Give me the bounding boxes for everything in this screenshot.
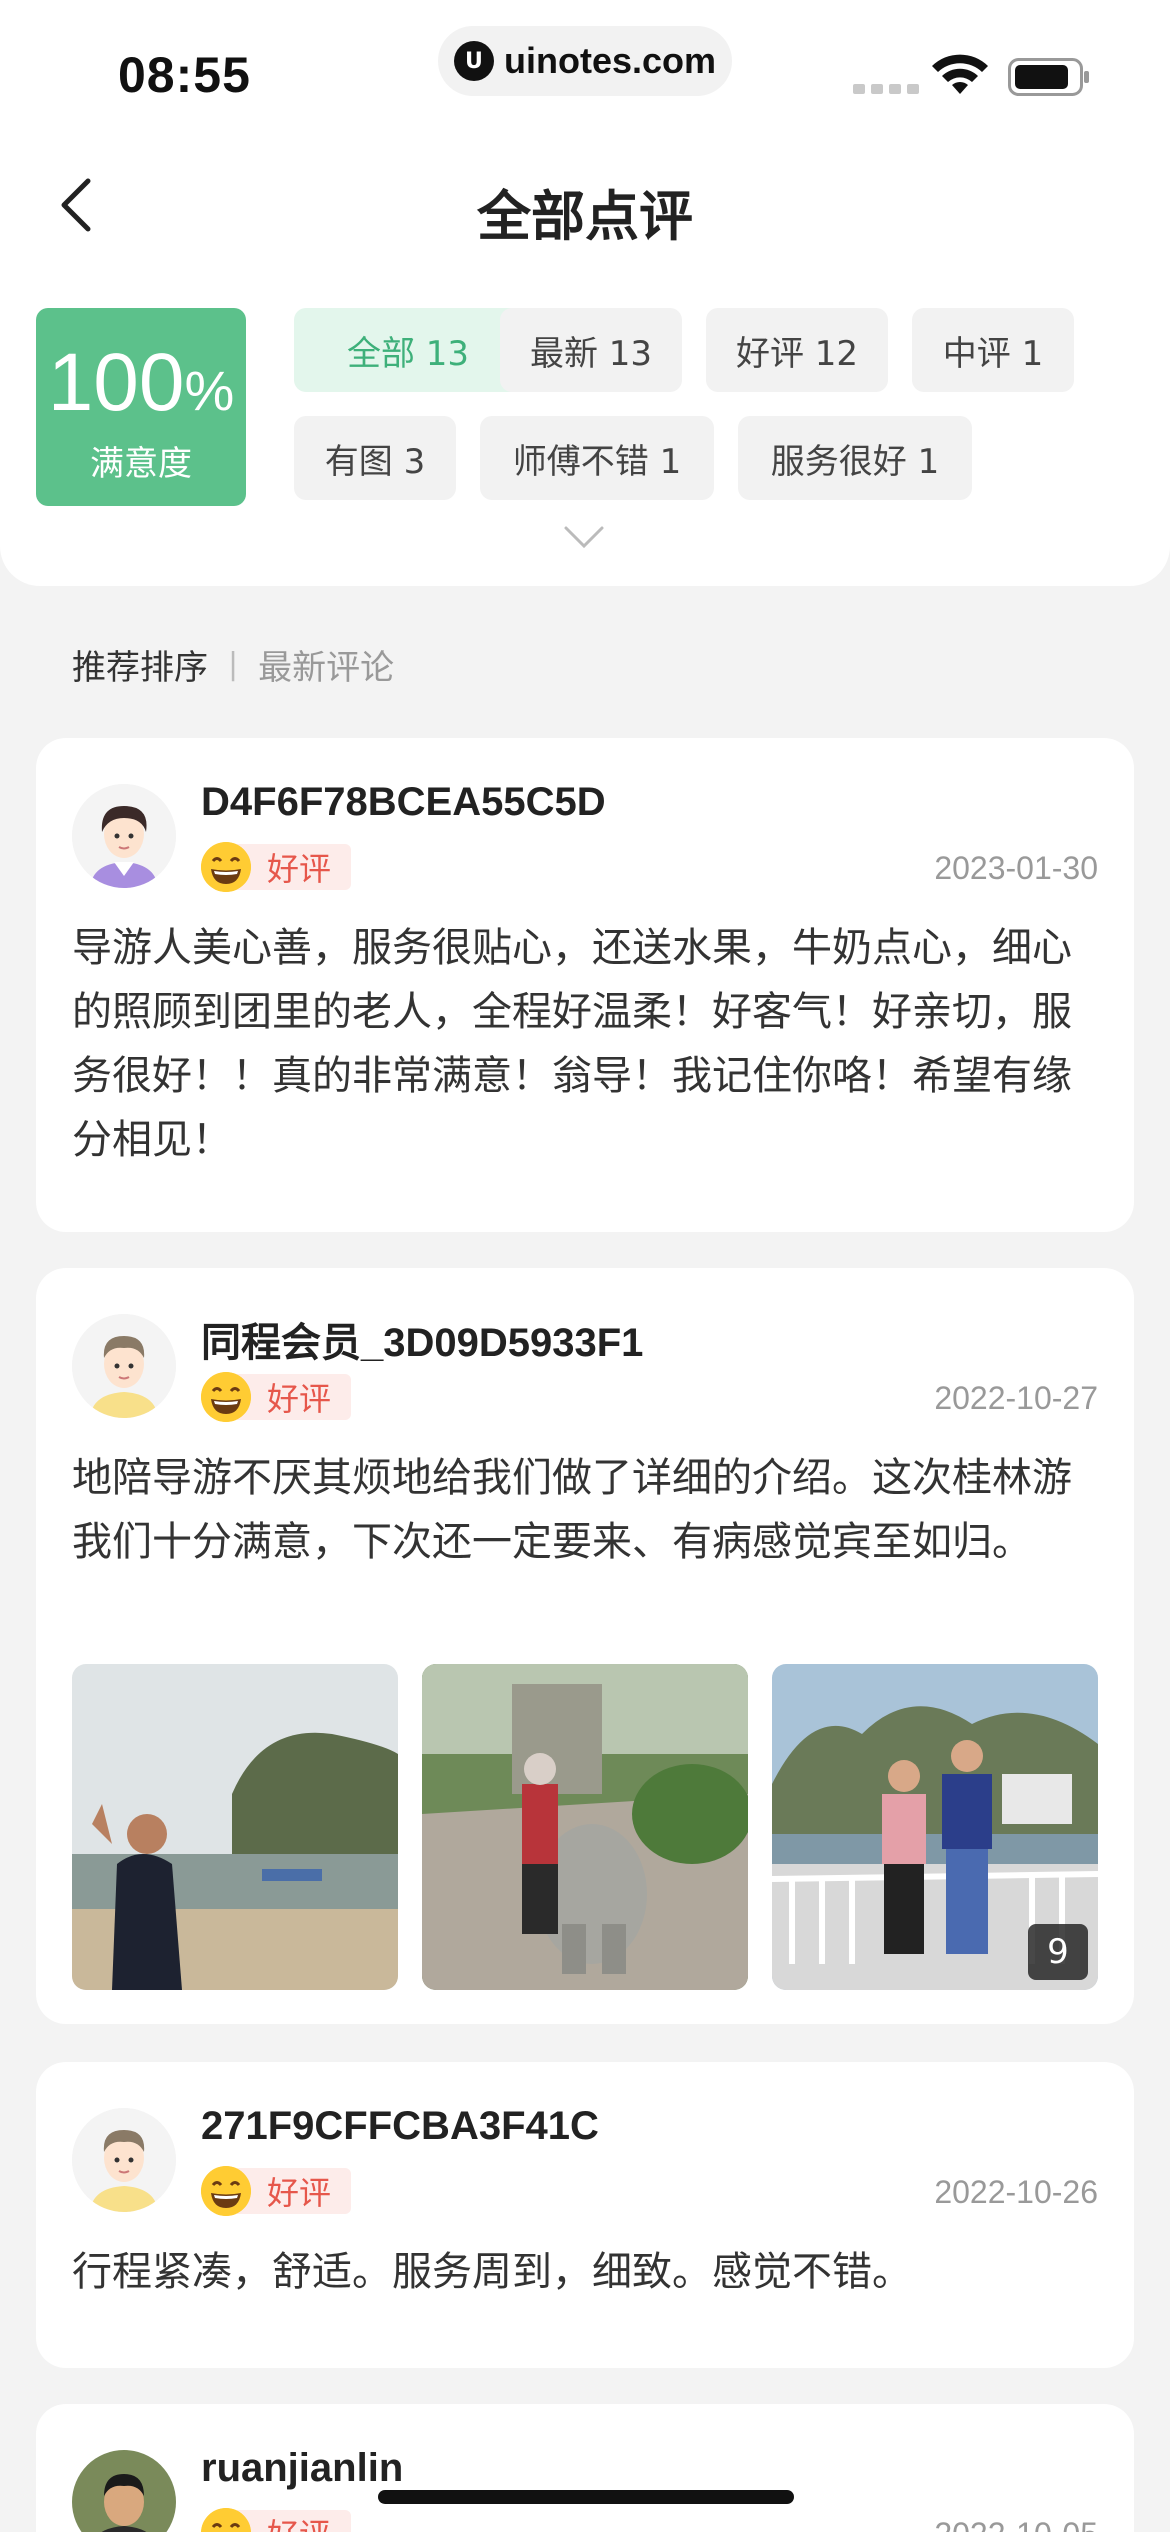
review-username: 271F9CFFCBA3F41C (201, 2104, 599, 2148)
filter-chip-positive[interactable]: 好评 12 (706, 308, 888, 392)
rating-label: 好评 (237, 1374, 352, 1420)
filter-chip-good-master[interactable]: 师傅不错 1 (480, 416, 714, 500)
satisfaction-score: 100% 满意度 (36, 308, 246, 506)
review-photo[interactable] (422, 1664, 748, 1990)
filter-chip-latest[interactable]: 最新 13 (500, 308, 682, 392)
score-value: 100 (47, 337, 185, 428)
status-time: 08:55 (118, 47, 251, 103)
rating-badge: 好评 (201, 1372, 352, 1422)
sort-recommended[interactable]: 推荐排序 (72, 640, 208, 689)
review-date: 2022-10-27 (934, 1380, 1098, 1416)
review-card[interactable]: D4F6F78BCEA55C5D 好评 2023-01-30 导游人美心善，服务… (36, 738, 1134, 1232)
uinotes-logo-icon: U (453, 41, 494, 81)
chevron-down-icon[interactable] (562, 524, 606, 550)
review-username: 同程会员_3D09D5933F1 (201, 1321, 644, 1365)
review-card[interactable]: ruanjianlin 好评 2022-10-05 (36, 2404, 1134, 2532)
review-username: ruanjianlin (201, 2446, 404, 2490)
sort-divider: | (228, 647, 239, 682)
review-card[interactable]: 271F9CFFCBA3F41C 好评 2022-10-26 行程紧凑，舒适。服… (36, 2062, 1134, 2368)
battery-icon (1008, 58, 1089, 96)
avatar[interactable] (72, 2450, 176, 2532)
review-card[interactable]: 同程会员_3D09D5933F1 好评 2022-10-27 地陪导游不厌其烦地… (36, 1268, 1134, 2024)
avatar[interactable] (72, 784, 176, 888)
filter-chip-good-service[interactable]: 服务很好 1 (738, 416, 972, 500)
review-date: 2022-10-05 (934, 2516, 1098, 2532)
review-photo[interactable] (72, 1664, 398, 1990)
avatar[interactable] (72, 2108, 176, 2212)
sort-newest[interactable]: 最新评论 (258, 640, 394, 689)
rating-label: 好评 (237, 844, 352, 890)
review-text: 行程紧凑，舒适。服务周到，细致。感觉不错。 (72, 2249, 912, 2295)
url-text: uinotes.com (503, 40, 717, 81)
sort-bar: 推荐排序 | 最新评论 (72, 640, 394, 689)
avatar[interactable] (72, 1314, 176, 1418)
score-label: 满意度 (90, 444, 192, 484)
cellular-signal-icon (853, 84, 919, 94)
review-photo[interactable]: 9 (772, 1664, 1098, 1990)
review-date: 2022-10-26 (934, 2174, 1098, 2210)
photo-count-badge: 9 (1028, 1924, 1088, 1980)
rating-label: 好评 (237, 2168, 352, 2214)
laughing-emoji-icon (201, 842, 251, 892)
laughing-emoji-icon (201, 1372, 251, 1422)
score-unit: % (184, 359, 235, 422)
rating-badge: 好评 (201, 842, 352, 892)
review-text: 导游人美心善，服务很贴心，还送水果，牛奶点心，细心的照顾到团里的老人，全程好温柔… (72, 925, 1072, 1163)
filter-chip-with-photos[interactable]: 有图 3 (294, 416, 456, 500)
rating-label: 好评 (237, 2510, 352, 2532)
review-text: 地陪导游不厌其烦地给我们做了详细的介绍。这次桂林游我们十分满意，下次还一定要来、… (72, 1455, 1072, 1565)
review-username: D4F6F78BCEA55C5D (201, 780, 606, 824)
page-title: 全部点评 (477, 185, 693, 248)
filter-chip-neutral[interactable]: 中评 1 (912, 308, 1074, 392)
filter-chip-all[interactable]: 全部 13 (294, 308, 522, 392)
review-date: 2023-01-30 (934, 850, 1098, 886)
url-pill: U uinotes.com (438, 26, 732, 96)
home-indicator (378, 2490, 794, 2504)
wifi-icon (932, 54, 988, 94)
rating-badge: 好评 (201, 2166, 352, 2216)
rating-badge: 好评 (201, 2508, 352, 2532)
laughing-emoji-icon (201, 2166, 251, 2216)
